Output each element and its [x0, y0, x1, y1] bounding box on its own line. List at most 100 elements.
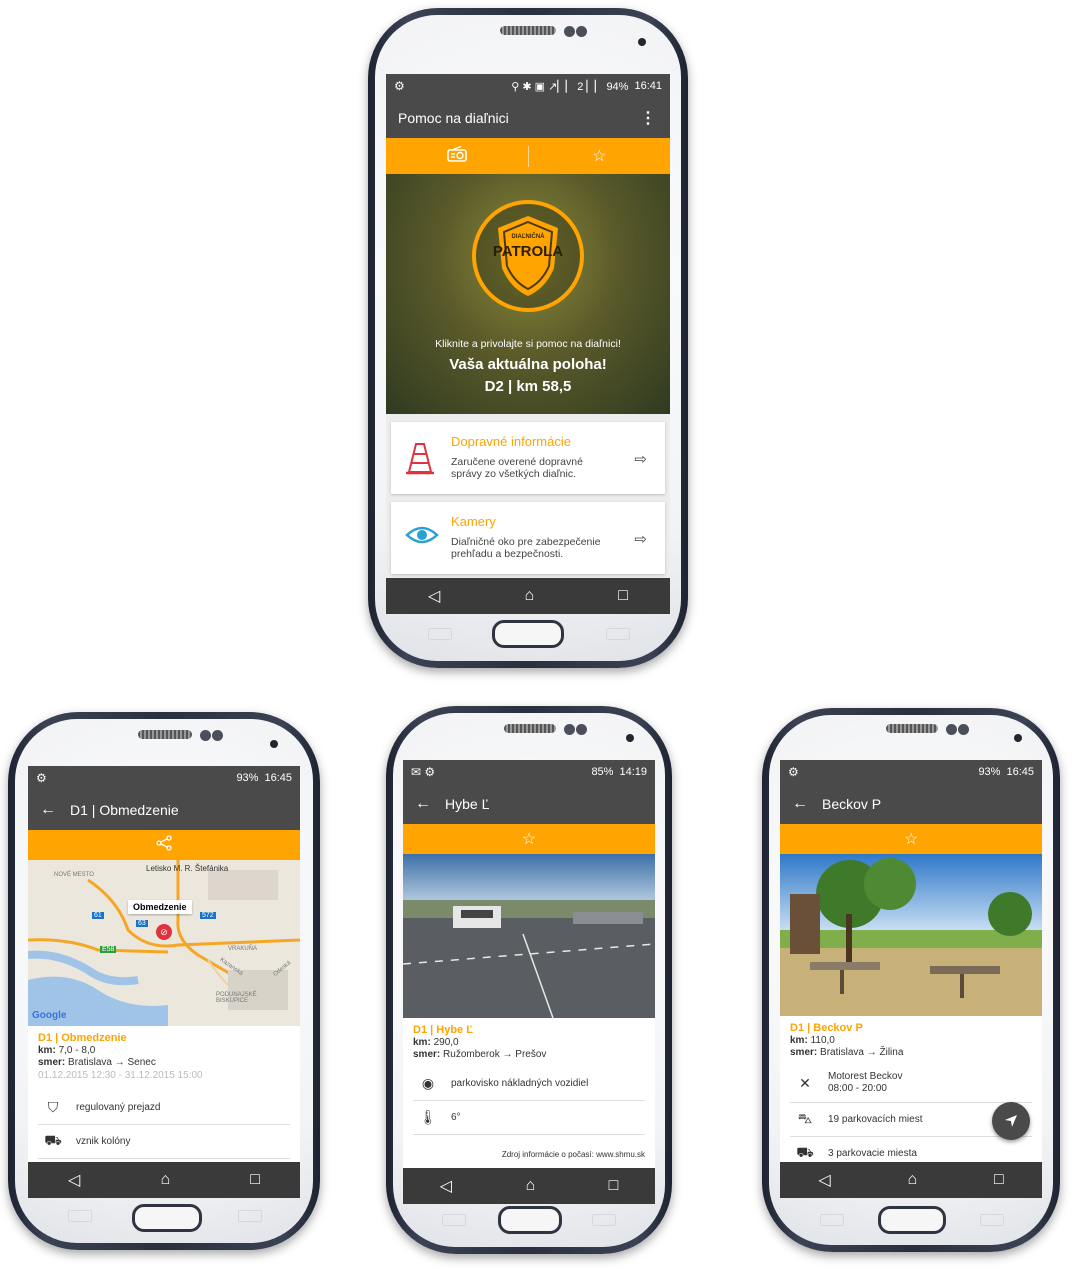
traffic-cone-icon: ⛉: [47, 1098, 59, 1115]
home-button[interactable]: [498, 1206, 562, 1234]
speaker-grille: [504, 724, 556, 733]
screen: ⚙ 93% 16:45 ← Beckov P ☆ D1 | Beckov P k…: [780, 760, 1042, 1198]
share-icon[interactable]: [156, 834, 172, 856]
recents-nav-icon[interactable]: □: [994, 1171, 1004, 1189]
list-item: ⛟ vznik kolóny: [38, 1124, 290, 1159]
phone-restriction: ⚙ 93% 16:45 ← D1 | Obmedzenie Letisko M.…: [8, 712, 320, 1250]
app-bar: ← Beckov P: [780, 784, 1042, 824]
app-notification-icon: ⚙: [36, 771, 47, 785]
status-bar: ✉ ⚙ 85% 14:19: [403, 760, 655, 784]
card-title: Dopravné informácie: [451, 434, 571, 449]
home-button[interactable]: [492, 620, 564, 648]
back-arrow-icon[interactable]: ←: [792, 795, 808, 813]
map-label: VRAKUŇA: [228, 946, 258, 952]
back-softkey: [238, 1210, 262, 1222]
restaurant-icon: ✕: [799, 1074, 811, 1091]
app-bar: Pomoc na diaľnici ⋮: [386, 98, 670, 138]
back-nav-icon[interactable]: ◁: [428, 586, 440, 606]
home-nav-icon[interactable]: ⌂: [524, 587, 534, 605]
status-battery: 93%: [978, 766, 1001, 778]
recents-nav-icon[interactable]: □: [250, 1171, 260, 1189]
recents-nav-icon[interactable]: □: [618, 587, 628, 605]
back-nav-icon[interactable]: ◁: [440, 1176, 452, 1196]
back-nav-icon[interactable]: ◁: [68, 1170, 80, 1190]
navigate-fab[interactable]: [992, 1102, 1030, 1140]
menu-softkey: [820, 1214, 844, 1226]
camera-icon: [564, 724, 575, 735]
back-nav-icon[interactable]: ◁: [818, 1170, 830, 1190]
car-parking-icon: ⛍: [797, 1109, 813, 1126]
screen: ⚙ ⚲ ✱ ▣ ↗▏▏ 2 ▏▏ 94% 16:41 Pomoc na diaľ…: [386, 74, 670, 614]
traffic-cone-icon: [405, 442, 435, 483]
star-icon[interactable]: ☆: [904, 829, 918, 849]
sensor-icon: [576, 26, 587, 37]
front-camera-icon: [626, 734, 634, 742]
home-button[interactable]: [878, 1206, 946, 1234]
home-button[interactable]: [132, 1204, 202, 1232]
eye-icon: [405, 522, 439, 553]
detail-direction: smer: Bratislava → Senec: [38, 1057, 156, 1068]
location-value: D2 | km 58,5: [484, 378, 572, 395]
card-cameras[interactable]: Kamery Diaľničné oko pre zabezpečenie pr…: [391, 502, 665, 574]
cards-list: Dopravné informácie Zaručene overené dop…: [386, 414, 670, 578]
status-bar: ⚙ 93% 16:45: [28, 766, 300, 790]
map-badge: E58: [100, 946, 117, 953]
favorite-bar: ☆: [780, 824, 1042, 854]
home-nav-icon[interactable]: ⌂: [525, 1177, 535, 1195]
list-item-label: vznik kolóny: [76, 1135, 131, 1147]
card-description: Diaľničné oko pre zabezpečenie prehľadu …: [451, 536, 601, 560]
app-bar: ← D1 | Obmedzenie: [28, 790, 300, 830]
detail-km: km: 110,0: [790, 1034, 835, 1046]
hero-panel[interactable]: DIAĽNIČNÁ PATROLA Kliknite a privolajte …: [386, 174, 670, 414]
truck-parking-icon: ⛟: [796, 1143, 814, 1160]
back-softkey: [606, 628, 630, 640]
menu-softkey: [442, 1214, 466, 1226]
status-time: 14:19: [619, 766, 647, 778]
map-label: PODUNAJSKÉ BISKUPICE: [216, 992, 257, 1004]
recents-nav-icon[interactable]: □: [609, 1177, 619, 1195]
detail-km: km: 290,0: [413, 1036, 459, 1048]
restaurant-info: Motorest Beckov 08:00 - 20:00: [828, 1071, 902, 1095]
map-popup[interactable]: Obmedzenie: [128, 900, 192, 914]
back-arrow-icon[interactable]: ←: [40, 801, 56, 819]
tab-favorites[interactable]: ☆: [529, 146, 671, 166]
camera-icon: [946, 724, 957, 735]
card-traffic-info[interactable]: Dopravné informácie Zaručene overené dop…: [391, 422, 665, 494]
app-notification-icon: ⚙: [394, 79, 405, 93]
list-item-label: parkovisko nákladných vozidiel: [451, 1077, 589, 1089]
front-camera-icon: [638, 38, 646, 46]
weather-source: Zdroj informácie o počasí: www.shmu.sk: [501, 1150, 645, 1159]
hero-hint: Kliknite a privolajte si pomoc na diaľni…: [435, 338, 621, 350]
restaurant-name: Motorest Beckov: [828, 1071, 903, 1082]
restriction-marker-icon[interactable]: ⊘: [156, 924, 172, 940]
status-bar: ⚙ ⚲ ✱ ▣ ↗▏▏ 2 ▏▏ 94% 16:41: [386, 74, 670, 98]
map-badge: 61: [92, 912, 104, 919]
camera-image: [403, 854, 655, 1018]
android-nav-bar: ◁ ⌂ □: [28, 1162, 300, 1198]
detail-dates: 01.12.2015 12:30 - 31.12.2015 15:00: [38, 1069, 203, 1081]
map-view[interactable]: Letisko M. R. Štefánika NOVÉ MESTO Obmed…: [28, 860, 300, 1026]
tab-radio[interactable]: [386, 145, 529, 167]
star-icon: ☆: [592, 148, 607, 165]
map-label: NOVÉ MESTO: [54, 872, 94, 878]
home-nav-icon[interactable]: ⌂: [907, 1171, 917, 1189]
list-item: 🌡 6°: [413, 1100, 645, 1135]
overflow-menu-icon[interactable]: ⋮: [640, 108, 656, 128]
restaurant-hours: 08:00 - 20:00: [828, 1083, 887, 1094]
speaker-grille: [500, 26, 556, 35]
list-item: ◉ parkovisko nákladných vozidiel: [413, 1066, 645, 1101]
sensor-icon: [958, 724, 969, 735]
phone-camera: ✉ ⚙ 85% 14:19 ← Hybe Ľ ☆ D1 | Hybe Ľ km:…: [386, 706, 672, 1254]
front-camera-icon: [1014, 734, 1022, 742]
back-softkey: [592, 1214, 616, 1226]
google-logo: Google: [32, 1010, 67, 1021]
list-item-label: 19 parkovacích miest: [828, 1113, 923, 1125]
home-nav-icon[interactable]: ⌂: [160, 1171, 170, 1189]
star-icon[interactable]: ☆: [522, 829, 536, 849]
detail-direction: smer: Bratislava → Žilina: [790, 1047, 904, 1058]
rest-area-details: D1 | Beckov P km: 110,0 smer: Bratislava…: [790, 1022, 1032, 1060]
speaker-grille: [886, 724, 938, 733]
android-nav-bar: ◁ ⌂ □: [386, 578, 670, 614]
back-arrow-icon[interactable]: ←: [415, 795, 431, 813]
list-item-label: 3 parkovacie miesta: [828, 1147, 917, 1159]
